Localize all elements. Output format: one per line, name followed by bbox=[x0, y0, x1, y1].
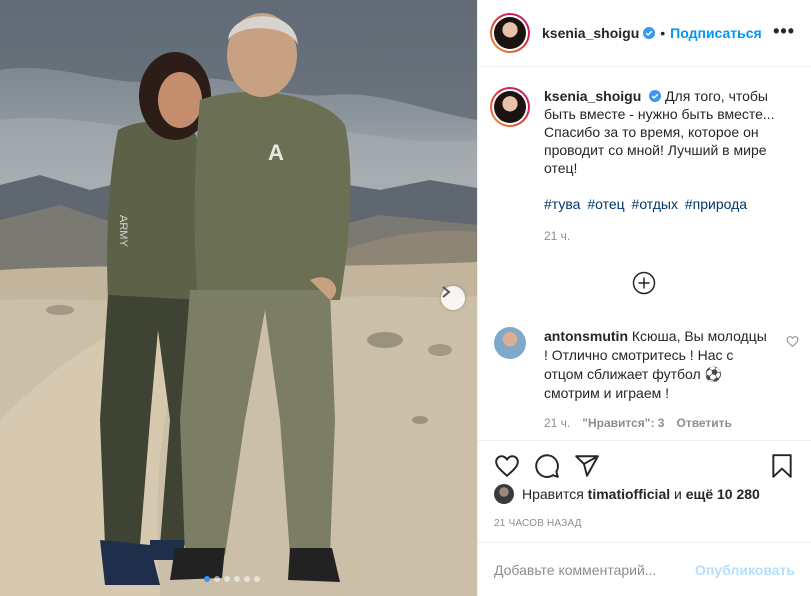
plus-circle-icon[interactable] bbox=[632, 271, 656, 295]
commenter-username[interactable]: antonsmutin bbox=[544, 328, 628, 344]
comment-input[interactable] bbox=[494, 561, 696, 578]
likes-prefix: Нравится bbox=[522, 486, 584, 502]
publish-button[interactable]: Опубликовать bbox=[695, 562, 795, 578]
chevron-right-icon bbox=[442, 286, 451, 298]
svg-text:A: A bbox=[268, 140, 284, 165]
svg-text:ARMY: ARMY bbox=[117, 215, 129, 247]
liker-username[interactable]: timatiofficial bbox=[588, 486, 670, 502]
comment-likes-count[interactable]: "Нравится": 3 bbox=[582, 414, 664, 433]
verified-badge-icon bbox=[649, 90, 662, 102]
comment-like-heart-icon[interactable] bbox=[786, 335, 799, 348]
comment-meta: 21 ч. "Нравится": 3 Ответить bbox=[544, 414, 769, 433]
author-username[interactable]: ksenia_shoigu bbox=[542, 25, 639, 41]
carousel-dot bbox=[244, 576, 250, 582]
verified-badge-icon bbox=[643, 27, 656, 39]
caption-username[interactable]: ksenia_shoigu bbox=[544, 88, 641, 104]
carousel-indicator bbox=[204, 576, 260, 582]
heart-icon[interactable] bbox=[494, 453, 520, 479]
hashtag-link[interactable]: #природа bbox=[685, 196, 747, 212]
author-avatar[interactable] bbox=[490, 13, 530, 53]
caption-author-avatar[interactable] bbox=[490, 87, 530, 127]
carousel-dot bbox=[214, 576, 220, 582]
likes-conjunction: и bbox=[674, 486, 682, 502]
hashtag-link[interactable]: #отдых bbox=[632, 196, 678, 212]
caption-timestamp[interactable]: 21 ч. bbox=[544, 227, 784, 245]
post-actions-bar bbox=[478, 440, 811, 488]
paper-plane-icon[interactable] bbox=[574, 453, 600, 479]
hashtag-link[interactable]: #тува bbox=[544, 196, 580, 212]
comment-timestamp[interactable]: 21 ч. bbox=[544, 414, 570, 433]
hashtag-link[interactable]: #отец bbox=[587, 196, 624, 212]
likes-count[interactable]: ещё 10 280 bbox=[686, 486, 760, 502]
reply-button[interactable]: Ответить bbox=[676, 414, 731, 433]
likes-summary: Нравится timatiofficial и ещё 10 280 bbox=[494, 484, 760, 504]
more-options-icon[interactable]: ••• bbox=[773, 22, 795, 40]
post-caption: ksenia_shoigu Для того, чтобы быть вмест… bbox=[490, 87, 800, 245]
comment-icon[interactable] bbox=[534, 453, 560, 479]
liker-avatar[interactable] bbox=[494, 484, 514, 504]
add-comment-bar: Опубликовать bbox=[478, 542, 811, 596]
carousel-dot bbox=[254, 576, 260, 582]
post-header: ksenia_shoigu • Подписаться ••• bbox=[478, 0, 811, 67]
follow-button[interactable]: Подписаться bbox=[670, 25, 762, 41]
carousel-next-button[interactable] bbox=[441, 286, 465, 310]
commenter-avatar[interactable] bbox=[494, 327, 526, 359]
separator-dot: • bbox=[660, 25, 666, 41]
carousel-dot bbox=[204, 576, 210, 582]
bookmark-icon[interactable] bbox=[769, 453, 795, 479]
post-photo[interactable]: ARMY A bbox=[0, 0, 477, 596]
post-details-panel: ksenia_shoigu • Подписаться ••• ksenia_s… bbox=[477, 0, 811, 596]
comment-item: antonsmutin Ксюша, Вы молодцы ! Отлично … bbox=[494, 327, 799, 433]
carousel-dot bbox=[234, 576, 240, 582]
comments-area[interactable]: ksenia_shoigu Для того, чтобы быть вмест… bbox=[478, 67, 811, 440]
post-timestamp[interactable]: 21 ЧАСОВ НАЗАД bbox=[494, 518, 582, 529]
caption-hashtags: #тува #отец #отдых #природа bbox=[544, 195, 784, 213]
carousel-dot bbox=[224, 576, 230, 582]
photo-scene: ARMY A bbox=[0, 0, 477, 596]
